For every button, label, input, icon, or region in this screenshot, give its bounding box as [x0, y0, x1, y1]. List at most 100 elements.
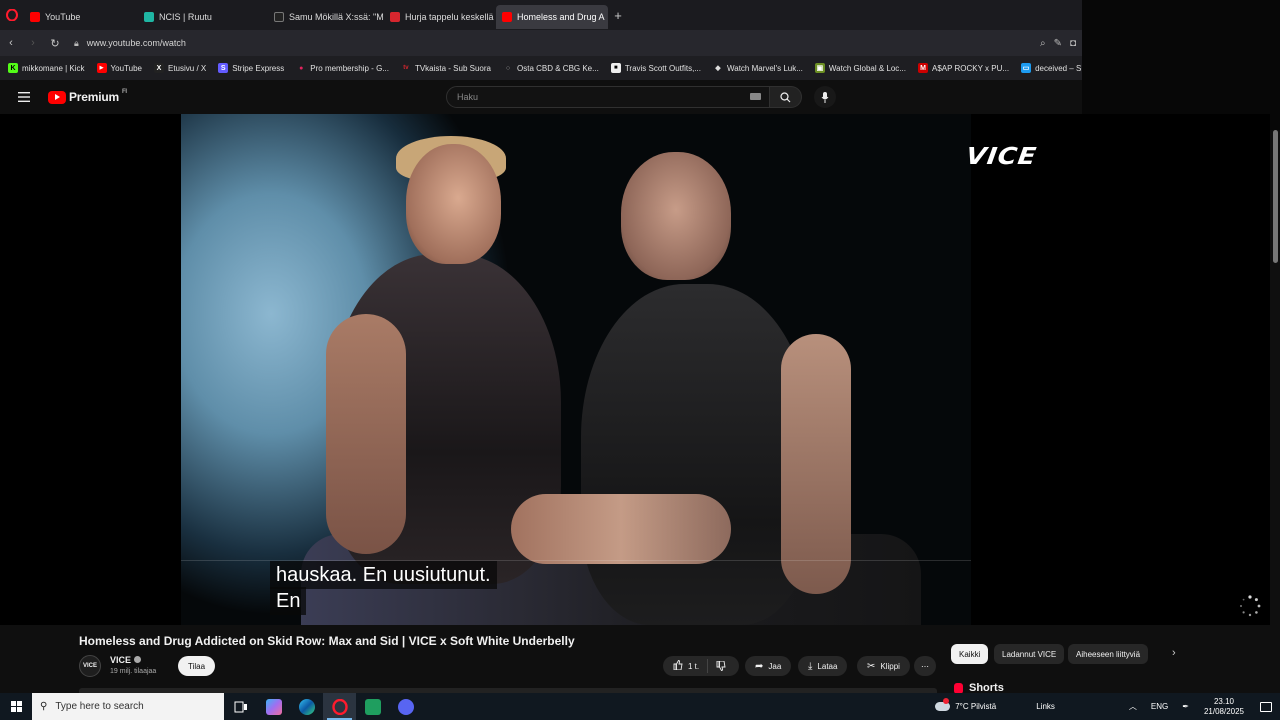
search-icon[interactable]: ⌕ [1040, 38, 1046, 49]
marvel-icon: ◆ [715, 65, 721, 72]
bookmark-item[interactable]: ○ Osta CBD & CBG Ke... [503, 63, 599, 73]
chevron-up-icon[interactable]: ︿ [1122, 701, 1144, 712]
chip-related[interactable]: Aiheeseen liittyviä [1068, 644, 1149, 664]
search-button[interactable] [770, 86, 802, 108]
copilot-app-icon[interactable] [257, 693, 290, 720]
windows-start-button[interactable] [0, 693, 32, 720]
page-scrollbar[interactable] [1270, 130, 1280, 690]
country-code: FI [121, 89, 127, 95]
youtube-premium-logo[interactable]: Premium FI [48, 89, 127, 104]
edit-icon[interactable]: ✎ [1054, 38, 1062, 49]
opera-browser-icon[interactable] [323, 693, 356, 720]
forward-arrow-icon[interactable]: › [22, 37, 44, 49]
discord-app-icon[interactable] [389, 693, 422, 720]
bookmark-item[interactable]: ▶ YouTube [96, 63, 142, 73]
iltalehti-favicon-icon [390, 11, 400, 22]
youtube-favicon-icon [502, 11, 512, 22]
channel-name-link[interactable]: VICE [110, 655, 142, 665]
video-player[interactable]: VICE hauskaa. En uusiutunut. En [0, 114, 1270, 625]
youtube-masthead: Premium FI Haku [0, 80, 1082, 114]
clock-date: 21/08/2025 [1203, 706, 1244, 716]
bookmarks-bar: Kmikkomane | Kick ▶ YouTube X Etusivu / X … [0, 56, 1082, 80]
download-button[interactable]: ⤓ Lataa [798, 656, 848, 676]
tab-x-post[interactable]: Samu Mökillä X:ssä: "Mini [268, 5, 384, 29]
more-actions-button[interactable]: ⋯ [914, 656, 936, 676]
bookmark-label: Pro membership - G... [310, 63, 389, 73]
subtitle-line-1: hauskaa. En uusiutunut. [270, 561, 497, 589]
bookmark-item[interactable]: tv TVkaista - Sub Suora [401, 63, 491, 73]
bookmark-label: Osta CBD & CBG Ke... [517, 63, 599, 73]
taskbar-search-input[interactable]: ⚲ Type here to search [32, 693, 224, 720]
bookmark-item[interactable]: ▭deceived – SUORAT... [1021, 63, 1082, 73]
weather-widget[interactable]: 7°C Pilvistä [928, 698, 1003, 711]
tab-ncis[interactable]: NCIS | Ruutu [138, 5, 258, 29]
shorts-icon [954, 682, 963, 694]
hamburger-menu-icon[interactable] [0, 92, 48, 102]
global-tv-icon: ▣ [814, 63, 825, 73]
tab-news[interactable]: Hurja tappelu keskellä He [384, 5, 496, 29]
youtube-icon: ▶ [96, 63, 107, 73]
microphone-button[interactable] [814, 86, 836, 108]
share-label: Jaa [768, 661, 782, 671]
like-count: 1 t. [688, 661, 700, 671]
taskbar-clock[interactable]: 23.10 21/08/2025 [1196, 697, 1252, 717]
channel-name: VICE [110, 655, 132, 665]
bookmark-label: Etusivu / X [167, 63, 207, 73]
windows-taskbar: ⚲ Type here to search 7°C Pilvistä Links… [0, 693, 1280, 720]
search-input[interactable]: Haku [446, 86, 770, 108]
clip-label: Klippi [880, 661, 900, 671]
tab-label: NCIS | Ruutu [159, 11, 212, 22]
back-arrow-icon[interactable]: ‹ [0, 37, 22, 49]
pen-icon[interactable]: ✒ [1175, 702, 1196, 711]
clock-time: 23.10 [1213, 696, 1234, 706]
weather-text: 7°C Pilvistä [955, 702, 997, 711]
scrollbar-thumb[interactable] [1273, 130, 1278, 263]
dislike-button[interactable] [708, 661, 734, 671]
cloud-icon [935, 698, 951, 711]
video-figure-right-arm [781, 334, 851, 594]
chip-from-channel[interactable]: Ladannut VICE [994, 644, 1065, 664]
bookmark-item[interactable]: ■ Travis Scott Outfits,... [610, 63, 701, 73]
youtube-play-icon [48, 90, 66, 104]
chevron-right-icon[interactable]: › [1172, 647, 1176, 659]
share-button[interactable]: ➦ Jaa [745, 656, 792, 676]
tab-youtube[interactable]: YouTube [24, 5, 132, 29]
bookmark-item[interactable]: S Stripe Express [218, 63, 284, 73]
keyboard-icon[interactable] [750, 93, 761, 100]
bookmark-item[interactable]: M A$AP ROCKY x PU... [917, 63, 1009, 73]
clip-button[interactable]: ✂ Klippi [857, 656, 910, 676]
tab-active-video[interactable]: Homeless and Drug A [496, 4, 608, 29]
bookmark-item[interactable]: ▣ Watch Global & Loc... [814, 63, 906, 73]
task-view-icon[interactable] [224, 693, 257, 720]
new-tab-plus-icon[interactable]: + [608, 8, 628, 23]
bookmark-label: mikkomane | Kick [22, 63, 85, 73]
url-field[interactable]: 🔒︎ www.youtube.com/watch [74, 38, 186, 49]
links-toolbar[interactable]: Links [1029, 702, 1062, 711]
like-button[interactable]: 1 t. [663, 659, 709, 673]
reload-icon[interactable]: ↻ [44, 37, 66, 50]
thumbs-up-icon [673, 659, 683, 673]
video-title: Homeless and Drug Addicted on Skid Row: … [79, 634, 575, 648]
bookmark-item[interactable]: X Etusivu / X [153, 63, 207, 73]
avatar-text: VICE [82, 663, 97, 669]
camera-icon[interactable]: ◘ [1070, 38, 1076, 49]
bookmark-item[interactable]: ◆ Watch Marvel's Luk... [713, 63, 803, 73]
calculator-app-icon[interactable] [356, 693, 389, 720]
subscribe-button[interactable]: Tilaa [178, 656, 216, 676]
chip-all[interactable]: Kaikki [951, 644, 989, 664]
notification-center-icon[interactable] [1260, 701, 1272, 712]
channel-avatar[interactable]: VICE [79, 655, 101, 677]
tab-label: Hurja tappelu keskellä He [405, 11, 496, 22]
taskbar-search-placeholder: Type here to search [55, 701, 144, 712]
logo-text: Premium [69, 90, 119, 104]
language-indicator[interactable]: ENG [1144, 702, 1175, 711]
location-pin-icon: ● [299, 64, 304, 72]
bookmark-item[interactable]: Kmikkomane | Kick [8, 63, 85, 73]
bookmark-label: TVkaista - Sub Suora [414, 63, 491, 73]
bookmark-item[interactable]: ● Pro membership - G... [296, 63, 389, 73]
lock-icon: 🔒︎ [74, 37, 79, 48]
opera-logo-icon[interactable] [0, 0, 24, 30]
windows-logo-icon [10, 701, 22, 712]
edge-browser-icon[interactable] [290, 693, 323, 720]
video-figure-left-arm [326, 314, 406, 554]
